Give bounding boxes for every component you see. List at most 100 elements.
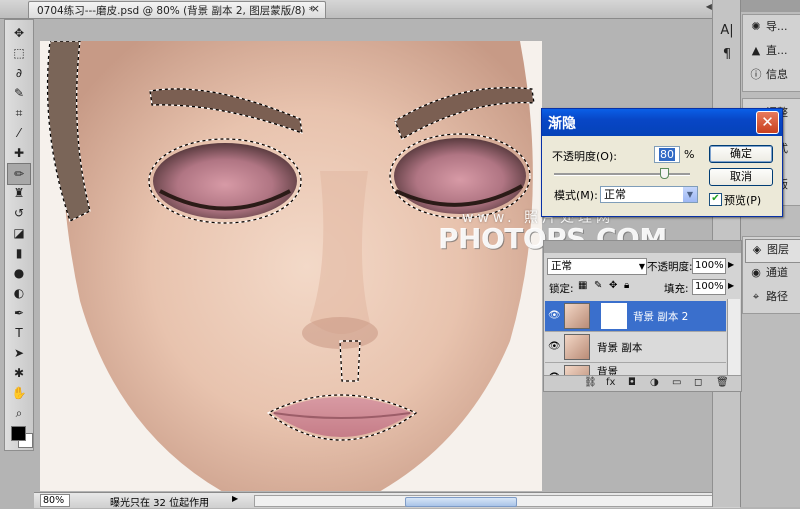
lock-position-icon[interactable]: ✥ bbox=[609, 280, 617, 291]
opacity-slider[interactable] bbox=[554, 168, 690, 179]
quick-select-icon[interactable]: ✎ bbox=[8, 83, 30, 103]
channels-icon: ◉ bbox=[751, 266, 761, 279]
dialog-title-bar[interactable]: 渐隐 ✕ bbox=[542, 109, 782, 136]
dock-histogram[interactable]: ▲ 直... bbox=[745, 41, 800, 63]
chevron-down-icon: ▼ bbox=[683, 187, 697, 202]
crop-icon[interactable]: ⌗ bbox=[8, 103, 30, 123]
tools-panel: ✥ ⬚ ∂ ✎ ⌗ ⁄ ✚ ✏ ♜ ↺ ◪ ▮ ● ◐ ✒ T ➤ ✱ ✋ ⌕ bbox=[4, 19, 34, 451]
layers-panel-footer: ⛓ fx ◘ ◑ ▭ ◻ 🗑︎ bbox=[544, 375, 741, 391]
ok-button[interactable]: 确定 bbox=[709, 145, 773, 163]
dock-paths[interactable]: ⌖ 路径 bbox=[745, 287, 800, 309]
lock-all-icon[interactable]: 🔒︎ bbox=[624, 280, 629, 291]
eye-icon[interactable]: 👁︎ bbox=[548, 310, 561, 321]
dialog-title: 渐隐 bbox=[548, 116, 576, 132]
dock-info[interactable]: ⓘ 信息 bbox=[745, 65, 800, 87]
horizontal-scrollbar-thumb[interactable] bbox=[405, 497, 517, 507]
opacity-input[interactable]: 80 bbox=[654, 146, 680, 163]
histogram-icon: ▲ bbox=[751, 44, 761, 57]
hand-icon[interactable]: ✋ bbox=[8, 383, 30, 403]
layers-panel: 正常 ▼ 不透明度: 100% ▶ 锁定: ▦ ✎ ✥ 🔒︎ 填充: 100% … bbox=[543, 240, 742, 392]
paths-icon: ⌖ bbox=[752, 290, 760, 303]
add-mask-icon[interactable]: ◘ bbox=[628, 377, 636, 388]
stamp-icon[interactable]: ♜ bbox=[8, 183, 30, 203]
layer-style-icon[interactable]: fx bbox=[606, 377, 615, 388]
layer-row-background-copy[interactable]: 👁︎ 背景 副本 bbox=[545, 332, 726, 363]
blur-icon[interactable]: ● bbox=[8, 263, 30, 283]
lock-image-icon[interactable]: ✎ bbox=[594, 280, 602, 291]
fill-label: 填充: bbox=[664, 283, 689, 295]
dock-channels[interactable]: ◉ 通道 bbox=[745, 263, 800, 285]
mode-label: 模式(M): bbox=[554, 189, 598, 202]
dock-panels: ✺导... ▲直... ⓘ信息 ◒调整 ▣样式 ◙蒙版 ◈图层 ◉通道 ⌖路径 bbox=[740, 0, 800, 507]
status-menu-arrow-icon[interactable]: ▶ bbox=[232, 494, 238, 503]
lock-transparent-icon[interactable]: ▦ bbox=[578, 280, 587, 291]
document-image[interactable] bbox=[40, 41, 542, 491]
new-layer-icon[interactable]: ◻ bbox=[694, 377, 702, 388]
cancel-button[interactable]: 取消 bbox=[709, 168, 773, 186]
link-layers-icon[interactable]: ⛓ bbox=[584, 377, 597, 388]
checkmark-icon: ✔ bbox=[711, 193, 720, 204]
opacity-unit: % bbox=[684, 148, 695, 161]
eyedropper-icon[interactable]: ⁄ bbox=[8, 123, 30, 143]
layers-icon: ◈ bbox=[752, 243, 762, 256]
dock-header-bar bbox=[741, 0, 800, 12]
chevron-down-icon: ▼ bbox=[638, 262, 645, 271]
opacity-label: 不透明度(O): bbox=[552, 150, 617, 163]
layer-opacity-field[interactable]: 100% bbox=[692, 258, 726, 274]
brush-icon[interactable]: ✏ bbox=[7, 163, 31, 185]
horizontal-scrollbar[interactable] bbox=[254, 495, 736, 507]
new-group-icon[interactable]: ▭ bbox=[672, 377, 681, 388]
layers-vertical-scrollbar[interactable] bbox=[727, 299, 740, 377]
document-tab[interactable]: 0704练习---磨皮.psd @ 80% (背景 副本 2, 图层蒙版/8) … bbox=[28, 1, 326, 18]
shape-icon[interactable]: ✱ bbox=[8, 363, 30, 383]
type-icon[interactable]: T bbox=[8, 323, 30, 343]
preview-checkbox[interactable]: ✔ bbox=[709, 193, 722, 206]
layer-row-background-copy-2[interactable]: 👁︎ 背景 副本 2 bbox=[545, 301, 726, 332]
eraser-icon[interactable]: ◪ bbox=[8, 223, 30, 243]
blend-mode-select[interactable]: 正常 ▼ bbox=[547, 258, 647, 275]
layers-panel-group: ◈ 图层 ◉ 通道 ⌖ 路径 bbox=[742, 236, 800, 314]
document-tab-title: 0704练习---磨皮.psd @ 80% (背景 副本 2, 图层蒙版/8) … bbox=[37, 5, 315, 17]
delete-layer-icon[interactable]: 🗑︎ bbox=[716, 377, 729, 388]
lasso-icon[interactable]: ∂ bbox=[8, 63, 30, 83]
mode-select[interactable]: 正常 ▼ bbox=[600, 186, 698, 203]
layer-thumbnail bbox=[564, 334, 590, 360]
status-bar: 80% 曝光只在 32 位起作用 ▶ bbox=[34, 492, 740, 509]
history-brush-icon[interactable]: ↺ bbox=[8, 203, 30, 223]
info-panel-group: ✺ 导... ▲ 直... ⓘ 信息 bbox=[742, 14, 800, 92]
dock-navigator[interactable]: ✺ 导... bbox=[745, 17, 800, 39]
layer-thumbnail bbox=[564, 303, 590, 329]
info-icon: ⓘ bbox=[750, 68, 762, 81]
close-button[interactable]: ✕ bbox=[756, 111, 779, 134]
zoom-icon[interactable]: ⌕ bbox=[8, 403, 30, 423]
gradient-icon[interactable]: ▮ bbox=[8, 243, 30, 263]
layer-mask-thumbnail[interactable] bbox=[601, 303, 627, 329]
fill-slider-arrow-icon[interactable]: ▶ bbox=[728, 281, 734, 290]
dodge-icon[interactable]: ◐ bbox=[8, 283, 30, 303]
move-icon[interactable]: ✥ bbox=[8, 23, 30, 43]
character-panel-icon[interactable]: A| bbox=[716, 20, 738, 42]
paragraph-panel-icon[interactable]: ¶ bbox=[716, 44, 738, 66]
face-photo bbox=[40, 41, 542, 491]
marquee-icon[interactable]: ⬚ bbox=[8, 43, 30, 63]
close-icon: ✕ bbox=[761, 113, 774, 131]
close-tab-icon[interactable]: × bbox=[311, 2, 320, 15]
path-select-icon[interactable]: ➤ bbox=[8, 343, 30, 363]
healing-icon[interactable]: ✚ bbox=[8, 143, 30, 163]
layer-opacity-label: 不透明度: bbox=[647, 261, 693, 273]
document-tab-bar: 0704练习---磨皮.psd @ 80% (背景 副本 2, 图层蒙版/8) … bbox=[0, 0, 800, 19]
zoom-level-field[interactable]: 80% bbox=[40, 494, 70, 507]
navigator-icon: ✺ bbox=[751, 20, 761, 33]
fade-dialog: 渐隐 ✕ 不透明度(O): 80 % 模式(M): 正常 ▼ 确定 取消 ✔ 预… bbox=[541, 108, 783, 217]
preview-label: 预览(P) bbox=[724, 194, 762, 207]
adjustment-layer-icon[interactable]: ◑ bbox=[650, 377, 659, 388]
opacity-slider-thumb[interactable] bbox=[660, 168, 670, 179]
lock-label: 锁定: bbox=[549, 283, 574, 295]
layers-panel-header[interactable] bbox=[544, 241, 741, 253]
pen-icon[interactable]: ✒ bbox=[8, 303, 30, 323]
eye-icon[interactable]: 👁︎ bbox=[548, 341, 561, 352]
dock-layers[interactable]: ◈ 图层 bbox=[745, 239, 800, 263]
foreground-color-swatch[interactable] bbox=[11, 426, 26, 441]
fill-field[interactable]: 100% bbox=[692, 279, 726, 295]
opacity-slider-arrow-icon[interactable]: ▶ bbox=[728, 260, 734, 269]
